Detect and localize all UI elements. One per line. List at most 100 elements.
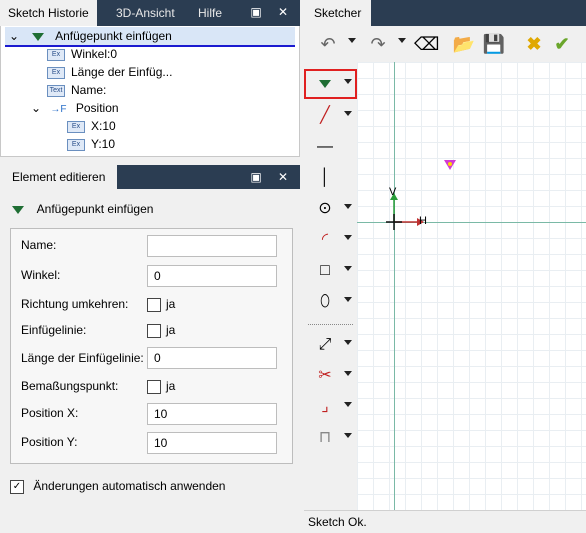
sketcher-tabbar: Sketcher xyxy=(304,0,586,26)
insertion-point-icon xyxy=(314,73,336,95)
tree-item[interactable]: Ex Y:10 xyxy=(67,135,115,153)
edit-title: Anfügepunkt einfügen xyxy=(12,200,153,218)
chevron-down-icon[interactable] xyxy=(344,297,352,302)
tool-horizontal-line[interactable]: — xyxy=(304,132,357,162)
confirm-icon[interactable]: ✔ xyxy=(550,32,574,56)
auto-apply-label: Änderungen automatisch anwenden xyxy=(33,479,226,493)
bemass-check-label: ja xyxy=(166,379,176,393)
tree-item[interactable]: Ex Winkel:0 xyxy=(47,45,117,63)
posx-label: Position X: xyxy=(21,406,79,420)
richtung-label: Richtung umkehren: xyxy=(21,297,129,311)
tree-root-label: Anfügepunkt einfügen xyxy=(55,29,172,43)
move-icon: ⤢ xyxy=(318,336,332,353)
tree-item[interactable]: Text Name: xyxy=(47,81,106,99)
chevron-down-icon[interactable]: ⌄ xyxy=(31,101,41,115)
open-folder-icon[interactable]: 📂 xyxy=(452,32,476,56)
chevron-down-icon[interactable] xyxy=(344,340,352,345)
tree-item[interactable]: Ex Länge der Einfüg... xyxy=(47,63,172,81)
richtung-checkbox[interactable] xyxy=(147,298,161,312)
circle-icon: ⊙ xyxy=(318,200,332,217)
value-icon: Ex xyxy=(47,48,65,61)
chevron-down-icon[interactable] xyxy=(344,266,352,271)
dimension-icon: ⊓ xyxy=(318,429,332,446)
tree-root[interactable]: ⌄ Anfügepunkt einfügen xyxy=(9,27,172,45)
tab-hilfe[interactable]: Hilfe xyxy=(190,0,230,26)
cancel-icon[interactable]: ✖ xyxy=(522,32,546,56)
rectangle-icon: □ xyxy=(320,262,330,279)
axis-h-label: H xyxy=(419,215,427,227)
chevron-down-icon[interactable] xyxy=(344,235,352,240)
maximize-icon[interactable]: ▣ xyxy=(248,169,264,185)
redo-icon[interactable]: ↷ xyxy=(366,32,390,56)
origin-axes xyxy=(386,193,424,230)
tool-corner[interactable]: ⌟ xyxy=(304,392,357,422)
maximize-icon[interactable]: ▣ xyxy=(248,4,264,20)
tool-dimension[interactable]: ⊓ xyxy=(304,423,357,453)
winkel-field[interactable]: 0 xyxy=(147,265,277,287)
value-icon: Ex xyxy=(67,120,85,133)
einfuege-checkbox[interactable] xyxy=(147,324,161,338)
sketcher-toolbar: ↶ ↷ ⌫ 📂 💾 ✖ ✔ xyxy=(304,26,586,63)
tab-sketcher[interactable]: Sketcher xyxy=(304,0,372,26)
arc-icon: ◜ xyxy=(321,231,329,248)
einfuege-check-label: ja xyxy=(166,323,176,337)
tool-arc[interactable]: ◜ xyxy=(304,225,357,255)
history-tabbar: Sketch Historie 3D-Ansicht Hilfe ▣ ✕ xyxy=(0,0,300,26)
einfuege-label: Einfügelinie: xyxy=(21,323,87,337)
laenge-field[interactable]: 0 xyxy=(147,347,277,369)
chevron-down-icon[interactable] xyxy=(344,371,352,376)
bemass-checkbox[interactable] xyxy=(147,380,161,394)
winkel-label: Winkel: xyxy=(21,268,61,282)
edit-tabbar: Element editieren ▣ ✕ xyxy=(0,165,300,189)
history-tree: ⌄ Anfügepunkt einfügen Ex Winkel:0 Ex Läng… xyxy=(0,26,300,157)
auto-apply-checkbox[interactable]: ✓ xyxy=(10,479,24,494)
value-icon: Ex xyxy=(67,138,85,151)
tool-circle[interactable]: ⊙ xyxy=(304,194,357,224)
value-icon: Ex xyxy=(47,66,65,79)
status-bar: Sketch Ok. xyxy=(304,510,586,533)
richtung-check-label: ja xyxy=(166,297,176,311)
chevron-down-icon[interactable] xyxy=(344,79,352,84)
auto-apply-row[interactable]: ✓ Änderungen automatisch anwenden xyxy=(10,478,225,494)
undo-icon[interactable]: ↶ xyxy=(316,32,340,56)
tab-sketch-historie[interactable]: Sketch Historie xyxy=(0,0,97,26)
close-icon[interactable]: ✕ xyxy=(275,169,291,185)
chevron-down-icon[interactable] xyxy=(344,111,352,116)
posy-field[interactable]: 10 xyxy=(147,432,277,454)
posx-field[interactable]: 10 xyxy=(147,403,277,425)
tool-vertical-line[interactable]: │ xyxy=(304,163,357,193)
function-icon: →F xyxy=(50,104,67,115)
tree-item-position[interactable]: ⌄ →F Position xyxy=(31,99,119,117)
chevron-down-icon[interactable] xyxy=(348,38,356,46)
text-icon: Text xyxy=(47,84,65,97)
tree-item[interactable]: Ex X:10 xyxy=(67,117,116,135)
sketch-canvas[interactable]: V H xyxy=(357,62,586,510)
tab-element-editieren[interactable]: Element editieren xyxy=(0,165,118,189)
name-label: Name: xyxy=(21,238,57,252)
delete-icon[interactable]: ⌫ xyxy=(414,32,439,56)
tool-rectangle[interactable]: □ xyxy=(304,256,357,286)
name-field[interactable] xyxy=(147,235,277,257)
chevron-down-icon[interactable] xyxy=(398,38,406,46)
vertical-line-icon: │ xyxy=(320,169,330,186)
save-icon[interactable]: 💾 xyxy=(482,32,506,56)
chevron-down-icon[interactable] xyxy=(344,402,352,407)
close-icon[interactable]: ✕ xyxy=(275,4,291,20)
tool-separator xyxy=(308,324,353,325)
chevron-down-icon[interactable] xyxy=(344,433,352,438)
corner-icon: ⌟ xyxy=(321,398,329,415)
tool-insertion-point[interactable] xyxy=(304,69,357,99)
vertical-axis-line xyxy=(394,62,395,510)
line-icon: ╱ xyxy=(320,107,330,124)
bemass-label: Bemaßungspunkt: xyxy=(21,379,119,393)
properties-box: Name: Winkel: 0 Richtung umkehren: ja Ei… xyxy=(10,228,293,464)
tool-move[interactable]: ⤢ xyxy=(304,330,357,360)
ellipse-icon: ⬯ xyxy=(319,293,331,310)
tool-trim[interactable]: ✂ xyxy=(304,361,357,391)
chevron-down-icon[interactable] xyxy=(344,204,352,209)
tab-3d-ansicht[interactable]: 3D-Ansicht xyxy=(108,0,183,26)
tool-ellipse[interactable]: ⬯ xyxy=(304,287,357,317)
insertion-point-marker[interactable] xyxy=(443,158,457,172)
tool-line[interactable]: ╱ xyxy=(304,101,357,131)
chevron-down-icon[interactable]: ⌄ xyxy=(9,29,19,43)
